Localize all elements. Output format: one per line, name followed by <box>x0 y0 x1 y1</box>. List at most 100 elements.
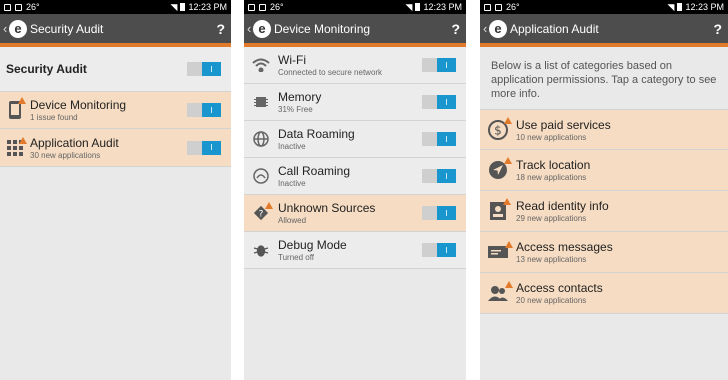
help-button[interactable]: ? <box>216 21 225 37</box>
app-bar: ‹ e Application Audit ? <box>480 14 728 47</box>
id-card-warning-icon <box>489 198 511 221</box>
list-item-title: Track location <box>516 158 591 172</box>
list-item-title: Data Roaming <box>278 127 355 141</box>
notification-icon <box>4 3 11 11</box>
list-item-title: Device Monitoring <box>30 98 127 112</box>
list-item[interactable]: ? Unknown Sources Allowed I <box>244 195 466 232</box>
list-item-subtitle: 1 issue found <box>30 113 78 122</box>
clock-text: 12:23 PM <box>685 2 724 12</box>
list-item-title: Access messages <box>516 240 613 254</box>
memory-toggle[interactable]: I <box>422 95 456 109</box>
help-button[interactable]: ? <box>451 21 460 37</box>
location-arrow-warning-icon <box>488 157 512 180</box>
list-item-subtitle: 30 new applications <box>30 150 101 160</box>
list-item[interactable]: Access messages 13 new applications <box>480 232 728 273</box>
list-item[interactable]: Memory 31% Free I <box>244 84 466 121</box>
temperature-text: 26° <box>270 2 284 12</box>
call-roaming-toggle[interactable]: I <box>422 169 456 183</box>
page-title: Security Audit <box>30 21 104 36</box>
list-item[interactable]: Wi-Fi Connected to secure network I <box>244 47 466 84</box>
debug-mode-toggle[interactable]: I <box>422 243 456 257</box>
data-roaming-toggle[interactable]: I <box>422 132 456 146</box>
page-title: Application Audit <box>510 21 599 36</box>
security-audit-toggle[interactable]: I <box>187 62 221 76</box>
list-item-subtitle: Inactive <box>278 179 306 188</box>
list-item-title: Access contacts <box>516 281 603 295</box>
svg-text:$: $ <box>494 123 502 137</box>
help-button[interactable]: ? <box>713 21 722 37</box>
app-logo-icon[interactable]: e <box>9 19 27 38</box>
intro-text: Below is a list of categories based on a… <box>491 60 717 100</box>
list-item-subtitle: 18 new applications <box>516 173 587 182</box>
app-bar: ‹ e Device Monitoring ? <box>244 14 466 47</box>
wifi-status-icon: ◥ <box>170 1 178 12</box>
list-item[interactable]: Track location 18 new applications <box>480 150 728 191</box>
phone-warning-icon <box>8 97 26 120</box>
wifi-toggle[interactable]: I <box>422 58 456 72</box>
security-audit-screen: 26° ◥ 12:23 PM ‹ e Security Audit ? Secu… <box>0 0 231 380</box>
status-bar: 26° ◥ 12:23 PM <box>244 0 466 14</box>
list-item-subtitle: Inactive <box>278 142 306 151</box>
battery-icon <box>415 3 421 11</box>
list-item-title: Debug Mode <box>278 238 347 252</box>
notification-icon <box>259 3 266 11</box>
unknown-sources-toggle[interactable]: I <box>422 206 456 220</box>
apps-grid-warning-icon <box>7 136 27 156</box>
list-item-title: Wi-Fi <box>278 53 306 67</box>
list-item[interactable]: $ Use paid services 10 new applications <box>480 109 728 150</box>
dollar-warning-icon: $ <box>488 116 512 140</box>
status-bar: 26° ◥ 12:23 PM <box>0 0 231 14</box>
notification-icon <box>15 3 22 11</box>
list-item-subtitle: 29 new applications <box>516 214 587 223</box>
battery-icon <box>180 3 186 11</box>
wifi-status-icon: ◥ <box>667 1 675 12</box>
message-warning-icon <box>487 241 513 260</box>
globe-icon <box>253 131 269 147</box>
list-item[interactable]: Data Roaming Inactive I <box>244 121 466 158</box>
list-item-subtitle: 10 new applications <box>516 132 587 142</box>
security-audit-label: Security Audit <box>6 62 87 76</box>
list-item-title: Read identity info <box>516 199 609 213</box>
svg-text:?: ? <box>259 210 264 220</box>
list-item-subtitle: 20 new applications <box>516 296 587 305</box>
battery-icon <box>677 3 683 11</box>
application-audit-toggle[interactable]: I <box>187 140 221 155</box>
notification-icon <box>495 3 502 11</box>
list-item[interactable]: Application Audit 30 new applications I <box>0 129 231 167</box>
list-item[interactable]: Read identity info 29 new applications <box>480 191 728 232</box>
list-item-subtitle: 31% Free <box>278 105 313 114</box>
status-bar: 26° ◥ 12:23 PM <box>480 0 728 14</box>
notification-icon <box>484 3 491 11</box>
clock-text: 12:23 PM <box>188 2 227 12</box>
list-item-subtitle: Connected to secure network <box>278 68 383 77</box>
page-title: Device Monitoring <box>274 21 371 36</box>
list-item-subtitle: Turned off <box>278 253 315 262</box>
device-monitoring-toggle[interactable]: I <box>187 103 221 117</box>
list-item-subtitle: Allowed <box>278 216 307 225</box>
unknown-source-warning-icon: ? <box>253 202 273 221</box>
app-logo-icon[interactable]: e <box>253 19 271 38</box>
wifi-icon <box>252 58 270 72</box>
list-item-title: Application Audit <box>30 135 119 150</box>
clock-text: 12:23 PM <box>423 2 462 12</box>
list-item[interactable]: Debug Mode Turned off I <box>244 232 466 269</box>
app-logo-icon[interactable]: e <box>489 19 507 38</box>
list-item[interactable]: Device Monitoring 1 issue found I <box>0 91 231 129</box>
contacts-warning-icon <box>487 281 513 302</box>
wifi-status-icon: ◥ <box>405 1 413 12</box>
list-item[interactable]: Call Roaming Inactive I <box>244 158 466 195</box>
app-bar: ‹ e Security Audit ? <box>0 14 231 47</box>
chip-icon <box>253 94 269 110</box>
list-item-title: Unknown Sources <box>278 201 376 215</box>
temperature-text: 26° <box>506 2 520 12</box>
list-item-subtitle: 13 new applications <box>516 255 587 264</box>
list-item-title: Use paid services <box>516 117 611 132</box>
bug-icon <box>253 242 269 258</box>
list-item-title: Memory <box>278 90 322 104</box>
device-monitoring-screen: 26° ◥ 12:23 PM ‹ e Device Monitoring ? W… <box>244 0 466 380</box>
phone-globe-icon <box>253 168 269 184</box>
security-audit-master-row[interactable]: Security Audit I <box>0 47 231 91</box>
temperature-text: 26° <box>26 2 40 12</box>
list-item[interactable]: Access contacts 20 new applications <box>480 273 728 314</box>
notification-icon <box>248 3 255 11</box>
